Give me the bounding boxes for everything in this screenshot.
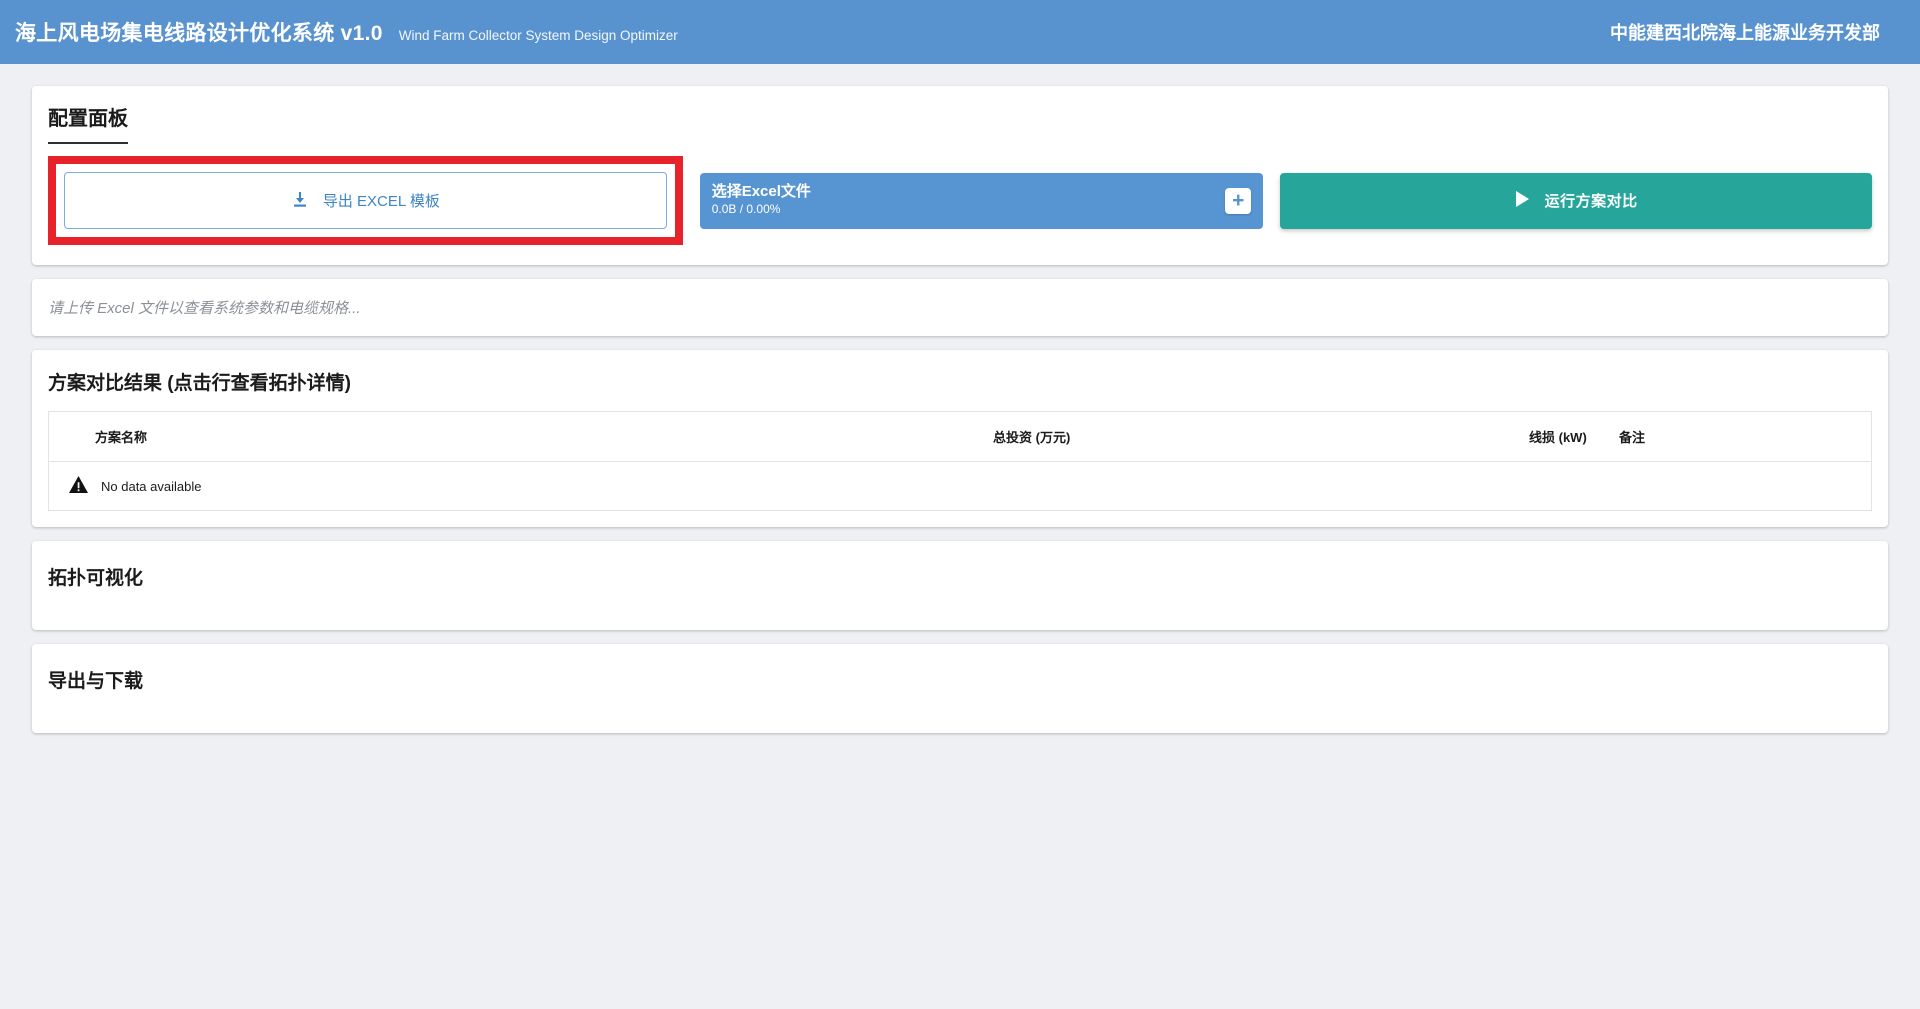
run-comparison-button[interactable]: 运行方案对比 (1280, 173, 1872, 229)
no-data-message: No data available (101, 479, 201, 494)
download-icon (291, 190, 309, 212)
add-file-icon[interactable]: + (1225, 188, 1251, 214)
config-panel-card: 配置面板 导出 EXCEL 模板 选择Excel文件 0.0B / 0.0 (32, 86, 1888, 265)
main-content: 配置面板 导出 EXCEL 模板 选择Excel文件 0.0B / 0.0 (0, 64, 1920, 733)
app-subtitle: Wind Farm Collector System Design Optimi… (399, 28, 678, 43)
upload-text-group: 选择Excel文件 0.0B / 0.00% (712, 183, 811, 217)
config-button-row: 导出 EXCEL 模板 选择Excel文件 0.0B / 0.00% + 运行方… (48, 156, 1872, 245)
export-download-card: 导出与下载 (32, 644, 1888, 733)
app-header: 海上风电场集电线路设计优化系统 v1.0 Wind Farm Collector… (0, 0, 1920, 64)
header-title-group: 海上风电场集电线路设计优化系统 v1.0 Wind Farm Collector… (15, 17, 678, 47)
app-title: 海上风电场集电线路设计优化系统 v1.0 (15, 17, 383, 47)
notice-card: 请上传 Excel 文件以查看系统参数和电缆规格... (32, 279, 1888, 336)
topology-title: 拓扑可视化 (48, 563, 1872, 590)
upload-button-label: 选择Excel文件 (712, 183, 811, 202)
column-header-remarks: 备注 (1603, 412, 1871, 462)
upload-notice-text: 请上传 Excel 文件以查看系统参数和电缆规格... (48, 297, 1872, 318)
select-excel-file-button[interactable]: 选择Excel文件 0.0B / 0.00% + (700, 173, 1264, 229)
results-card: 方案对比结果 (点击行查看拓扑详情) 方案名称 总投资 (万元) 线损 (kW)… (32, 350, 1888, 527)
department-label: 中能建西北院海上能源业务开发部 (1610, 19, 1880, 45)
column-header-total-investment: 总投资 (万元) (977, 412, 1513, 462)
warning-icon (69, 476, 88, 496)
topology-card: 拓扑可视化 (32, 541, 1888, 630)
results-table: 方案名称 总投资 (万元) 线损 (kW) 备注 (48, 411, 1872, 511)
table-header-row: 方案名称 总投资 (万元) 线损 (kW) 备注 (49, 412, 1871, 462)
column-header-line-loss: 线损 (kW) (1513, 412, 1603, 462)
export-download-title: 导出与下载 (48, 666, 1872, 693)
no-data-row: No data available (49, 462, 1871, 511)
column-header-scheme-name: 方案名称 (49, 412, 977, 462)
upload-progress-text: 0.0B / 0.00% (712, 202, 811, 218)
results-title: 方案对比结果 (点击行查看拓扑详情) (48, 368, 1872, 395)
run-button-label: 运行方案对比 (1545, 190, 1638, 211)
play-icon (1515, 191, 1529, 211)
annotation-highlight-box: 导出 EXCEL 模板 (48, 156, 683, 245)
export-excel-template-button[interactable]: 导出 EXCEL 模板 (64, 172, 667, 229)
export-button-label: 导出 EXCEL 模板 (323, 190, 440, 211)
config-panel-title: 配置面板 (48, 108, 128, 144)
